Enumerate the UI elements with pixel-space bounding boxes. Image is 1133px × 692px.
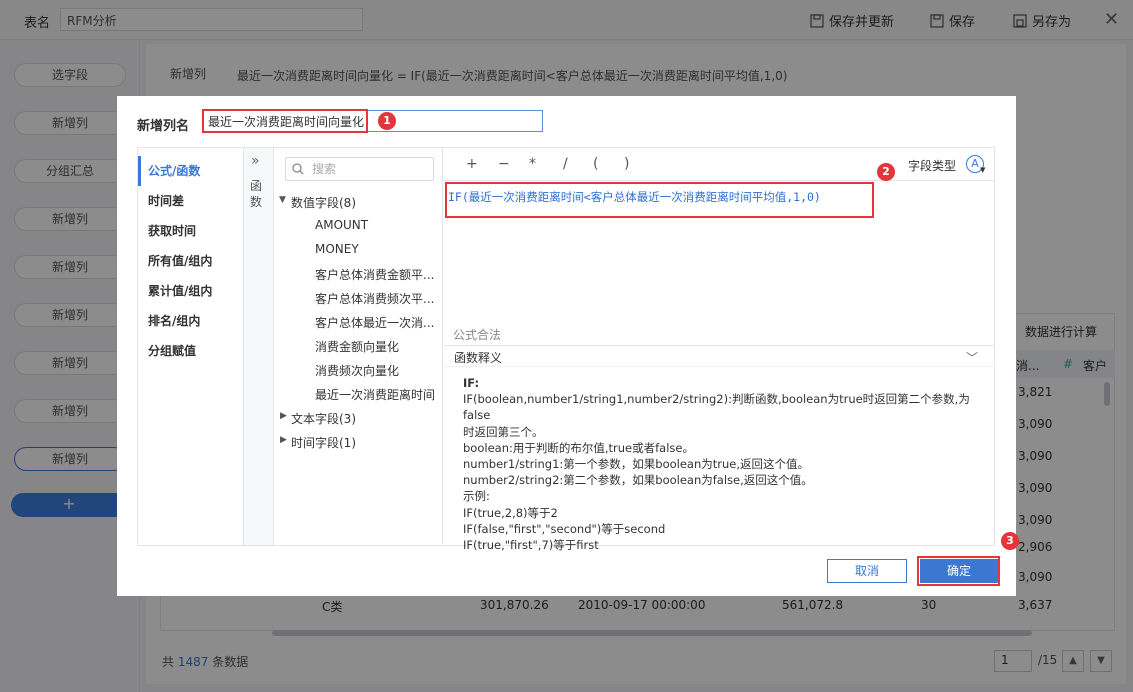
expand-triangle-icon[interactable]: ▶	[280, 435, 287, 445]
editor-toolbar-divider	[444, 180, 995, 181]
function-description-title: 函数释义	[454, 351, 503, 365]
step-badge-2: 2	[877, 163, 895, 181]
operator-lparen-button[interactable]: (	[593, 156, 598, 172]
field-search-input[interactable]: 搜索	[285, 157, 434, 181]
desc-line: number1/string1:第一个参数，如果boolean为true,返回这…	[463, 457, 810, 472]
expand-chevron-icon[interactable]: »	[251, 153, 260, 169]
field-item[interactable]: 客户总体消费频次平...	[315, 290, 437, 307]
highlight-box-2	[445, 182, 874, 218]
formula-editor[interactable]	[444, 148, 994, 344]
operator-minus-button[interactable]: −	[498, 156, 510, 172]
numeric-field-group[interactable]: 数值字段(8)	[291, 194, 356, 211]
category-rank[interactable]: 排名/组内	[138, 306, 242, 336]
field-type-label: 字段类型	[908, 159, 957, 173]
category-time-diff[interactable]: 时间差	[138, 186, 242, 216]
field-item[interactable]: 客户总体最近一次消...	[315, 314, 437, 331]
desc-line: IF(true,2,8)等于2	[463, 505, 558, 520]
field-item[interactable]: 消费金额向量化	[315, 338, 437, 355]
function-description-header[interactable]	[444, 345, 995, 367]
cancel-button[interactable]: 取消	[827, 559, 907, 583]
category-group-assign[interactable]: 分组赋值	[138, 336, 242, 366]
category-formula[interactable]: 公式/函数	[138, 156, 242, 186]
desc-line: IF:	[463, 376, 480, 390]
step-badge-1: 1	[378, 112, 396, 130]
desc-line: 示例:	[463, 489, 490, 504]
desc-line: number2/string2:第二个参数，如果boolean为false,返回…	[463, 473, 813, 488]
field-item[interactable]: 最近一次消费距离时间	[315, 386, 437, 403]
operator-multiply-button[interactable]: *	[529, 156, 536, 172]
field-item[interactable]: 客户总体消费金额平...	[315, 266, 437, 283]
time-field-group[interactable]: 时间字段(1)	[291, 434, 356, 451]
search-icon	[292, 163, 304, 175]
operator-rparen-button[interactable]: )	[624, 156, 629, 172]
operator-divide-button[interactable]: /	[563, 156, 568, 172]
desc-line: boolean:用于判断的布尔值,true或者false。	[463, 440, 694, 455]
field-item[interactable]: MONEY	[315, 242, 437, 256]
chevron-down-icon[interactable]: ﹀	[966, 349, 978, 366]
function-description-body: IF: IF(boolean,number1/string1,number2/s…	[463, 375, 983, 553]
desc-line: IF(boolean,number1/string1,number2/strin…	[463, 392, 970, 423]
dropdown-caret-icon[interactable]: ▼	[980, 166, 985, 174]
text-field-group[interactable]: 文本字段(3)	[291, 410, 356, 427]
operator-plus-button[interactable]: +	[466, 156, 478, 172]
field-item[interactable]: AMOUNT	[315, 218, 437, 232]
desc-line: IF(true,"first",7)等于first	[463, 538, 599, 553]
highlight-box-3	[917, 556, 1000, 586]
collapse-triangle-icon[interactable]: ▼	[279, 195, 286, 205]
column-name-label: 新增列名	[137, 119, 190, 134]
desc-line: 时返回第三个。	[463, 424, 544, 439]
category-all-values[interactable]: 所有值/组内	[138, 246, 242, 276]
step-badge-3: 3	[1001, 532, 1019, 550]
highlight-box-1	[202, 109, 368, 133]
category-cumulative[interactable]: 累计值/组内	[138, 276, 242, 306]
field-item[interactable]: 消费频次向量化	[315, 362, 437, 379]
category-get-time[interactable]: 获取时间	[138, 216, 242, 246]
desc-line: IF(false,"first","second")等于second	[463, 521, 666, 536]
formula-status: 公式合法	[453, 328, 502, 342]
expand-triangle-icon[interactable]: ▶	[280, 411, 287, 421]
function-toggle-label: 函数	[250, 179, 263, 209]
